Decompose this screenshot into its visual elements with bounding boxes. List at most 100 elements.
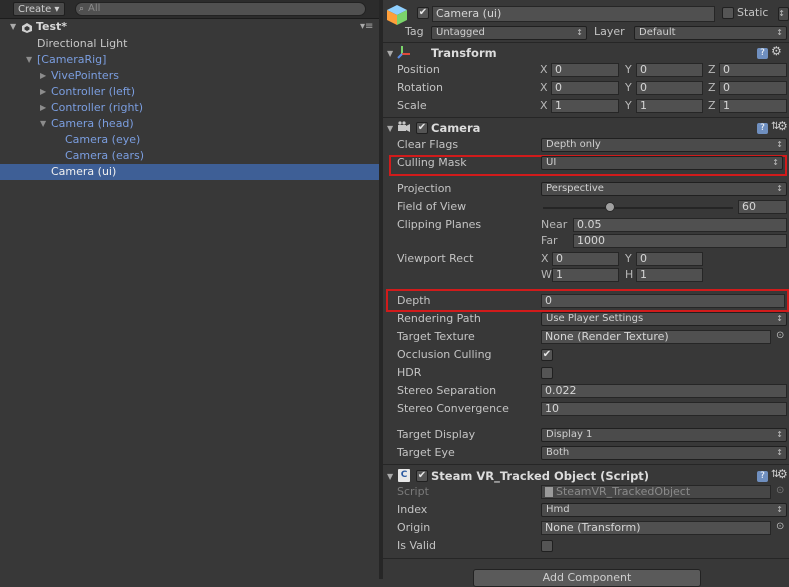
script-reference-value: SteamVR_TrackedObject	[556, 485, 691, 498]
layer-dropdown[interactable]: Default	[634, 26, 787, 40]
expand-triangle-icon[interactable]: ▶	[40, 68, 50, 84]
target-texture-field[interactable]: None (Render Texture)	[541, 330, 771, 344]
static-checkbox[interactable]	[722, 7, 734, 19]
stereo-convergence-label: Stereo Convergence	[397, 402, 509, 415]
viewport-w-field[interactable]: 1	[552, 268, 619, 282]
rotation-x-field[interactable]: 0	[551, 81, 619, 95]
scene-menu-icon[interactable]: ▾≡	[360, 19, 373, 35]
fov-slider-thumb[interactable]	[604, 202, 615, 212]
near-label: Near	[541, 218, 568, 231]
camera-enabled-checkbox[interactable]: ✔	[416, 122, 428, 134]
create-dropdown[interactable]: Create ▾	[13, 2, 65, 16]
scale-y-field[interactable]: 1	[636, 99, 703, 113]
is-valid-checkbox[interactable]	[541, 540, 553, 552]
item-label: Camera (ui)	[51, 165, 117, 178]
rotation-y-field[interactable]: 0	[636, 81, 703, 95]
origin-field[interactable]: None (Transform)	[541, 521, 771, 535]
hierarchy-toolbar: Create ▾ ⌕ All	[0, 0, 379, 19]
culling-mask-dropdown[interactable]: UI	[541, 156, 783, 170]
scale-z-field[interactable]: 1	[719, 99, 787, 113]
y-label: Y	[625, 252, 632, 265]
target-eye-dropdown[interactable]: Both	[541, 446, 787, 460]
stereo-separation-field[interactable]: 0.022	[541, 384, 787, 398]
hierarchy-item-controller-right[interactable]: ▶ Controller (right)	[0, 100, 379, 116]
hierarchy-item-camerarig[interactable]: ▼ [CameraRig]	[0, 52, 379, 68]
depth-field[interactable]: 0	[541, 294, 785, 308]
viewport-y-field[interactable]: 0	[636, 252, 703, 266]
projection-dropdown[interactable]: Perspective	[541, 182, 787, 196]
tag-dropdown[interactable]: Untagged	[431, 26, 587, 40]
item-label: Camera (eye)	[65, 133, 141, 146]
hierarchy-search-input[interactable]: ⌕ All	[75, 2, 366, 16]
is-valid-label: Is Valid	[397, 539, 436, 552]
fov-value-field[interactable]: 60	[738, 200, 787, 214]
hierarchy-item-camera-ears[interactable]: Camera (ears)	[0, 148, 379, 164]
camera-fold-icon[interactable]: ▼	[387, 124, 393, 133]
item-label: [CameraRig]	[37, 53, 107, 66]
expand-triangle-icon[interactable]: ▼	[10, 19, 16, 35]
inspector-panel: ✔ Camera (ui) Static Tag Untagged Layer …	[383, 0, 789, 587]
transform-fold-icon[interactable]: ▼	[387, 49, 393, 58]
far-field[interactable]: 1000	[573, 234, 787, 248]
script-enabled-checkbox[interactable]: ✔	[416, 470, 428, 482]
hierarchy-item-controller-left[interactable]: ▶ Controller (left)	[0, 84, 379, 100]
culling-mask-label: Culling Mask	[397, 156, 467, 169]
clear-flags-dropdown[interactable]: Depth only	[541, 138, 787, 152]
gear-icon[interactable]: ⚙	[777, 119, 788, 133]
hierarchy-item-directional-light[interactable]: Directional Light	[0, 36, 379, 52]
clear-flags-label: Clear Flags	[397, 138, 459, 151]
transform-title: Transform	[431, 46, 497, 60]
item-label: Controller (left)	[51, 85, 136, 98]
expand-triangle-icon[interactable]: ▶	[40, 84, 50, 100]
scale-x-field[interactable]: 1	[551, 99, 619, 113]
object-picker-icon: ⊙	[776, 485, 785, 496]
static-label: Static	[737, 6, 769, 19]
help-icon[interactable]: ?	[757, 471, 768, 482]
fov-slider-track[interactable]	[543, 207, 733, 209]
script-fold-icon[interactable]: ▼	[387, 472, 393, 481]
script-component-title: Steam VR_Tracked Object (Script)	[431, 469, 650, 483]
position-y-field[interactable]: 0	[636, 63, 703, 77]
position-z-field[interactable]: 0	[719, 63, 787, 77]
gear-icon[interactable]: ⚙	[777, 467, 788, 481]
expand-triangle-icon[interactable]: ▶	[40, 100, 50, 116]
viewport-x-field[interactable]: 0	[552, 252, 619, 266]
scene-row[interactable]: ▼ Test* ▾≡	[0, 19, 379, 35]
help-icon[interactable]: ?	[757, 48, 768, 59]
gameobject-cube-icon	[386, 4, 408, 26]
item-label: VivePointers	[51, 69, 119, 82]
x-label: X	[541, 252, 549, 265]
rendering-path-dropdown[interactable]: Use Player Settings	[541, 312, 787, 326]
collapse-triangle-icon[interactable]: ▼	[40, 116, 50, 132]
hdr-checkbox[interactable]	[541, 367, 553, 379]
hierarchy-item-camera-head[interactable]: ▼ Camera (head)	[0, 116, 379, 132]
collapse-triangle-icon[interactable]: ▼	[26, 52, 36, 68]
index-dropdown[interactable]: Hmd	[541, 503, 787, 517]
add-component-button[interactable]: Add Component	[473, 569, 701, 587]
object-picker-icon[interactable]: ⊙	[776, 521, 784, 532]
y-label: Y	[625, 81, 632, 94]
target-display-label: Target Display	[397, 428, 476, 441]
hierarchy-item-camera-eye[interactable]: Camera (eye)	[0, 132, 379, 148]
help-icon[interactable]: ?	[757, 123, 768, 134]
target-display-dropdown[interactable]: Display 1	[541, 428, 787, 442]
rotation-z-field[interactable]: 0	[719, 81, 787, 95]
occlusion-culling-checkbox[interactable]: ✔	[541, 349, 553, 361]
item-label: Camera (ears)	[65, 149, 145, 162]
viewport-h-field[interactable]: 1	[636, 268, 703, 282]
scale-label: Scale	[397, 99, 427, 112]
stereo-convergence-field[interactable]: 10	[541, 402, 787, 416]
static-dropdown[interactable]	[778, 7, 789, 21]
object-name-field[interactable]: Camera (ui)	[432, 6, 715, 22]
far-label: Far	[541, 234, 558, 247]
hierarchy-item-camera-ui[interactable]: Camera (ui)	[0, 164, 379, 180]
scene-name: Test*	[36, 20, 68, 33]
near-field[interactable]: 0.05	[573, 218, 787, 232]
tag-label: Tag	[405, 25, 424, 38]
active-checkbox[interactable]: ✔	[417, 7, 429, 19]
position-x-field[interactable]: 0	[551, 63, 619, 77]
gear-icon[interactable]: ⚙	[771, 44, 782, 58]
object-picker-icon[interactable]: ⊙	[776, 330, 784, 341]
stereo-separation-label: Stereo Separation	[397, 384, 497, 397]
hierarchy-item-vivepointers[interactable]: ▶ VivePointers	[0, 68, 379, 84]
